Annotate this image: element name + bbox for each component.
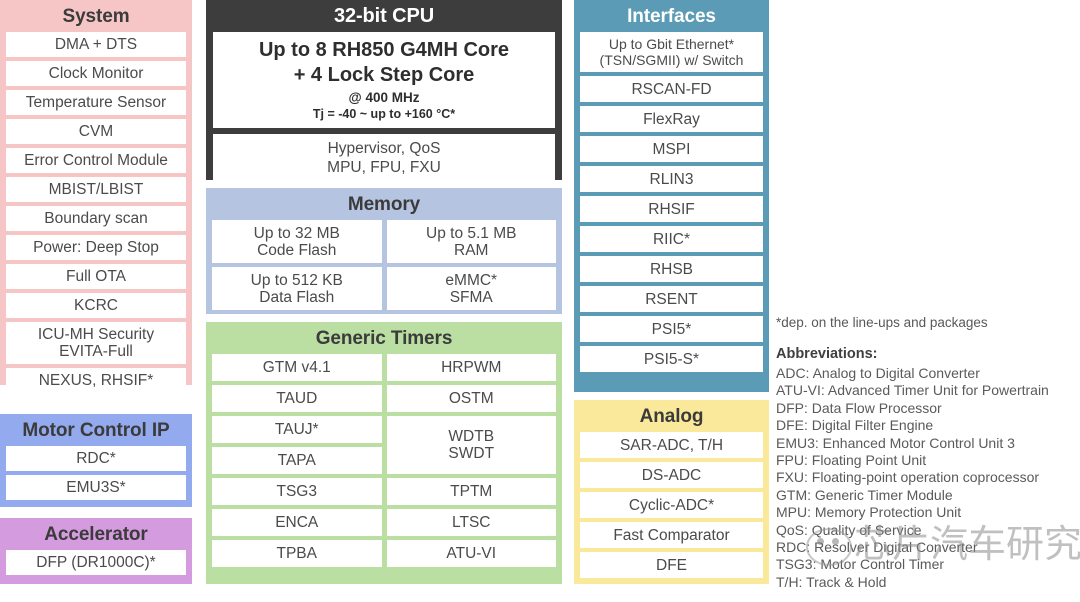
timers-item-gtm: GTM v4.1 — [212, 354, 382, 381]
abbreviation-th: T/H: Track & Hold — [776, 573, 887, 590]
memory-item-code-flash: Up to 32 MB Code Flash — [212, 220, 382, 263]
system-item-dma-dts: DMA + DTS — [6, 32, 186, 57]
cpu-lockstep-count: + 4 Lock Step Core — [293, 64, 475, 86]
analog-panel-title: Analog — [639, 406, 704, 427]
system-item-power-deep-stop: Power: Deep Stop — [6, 235, 186, 260]
analog-item-ds-adc: DS-ADC — [580, 462, 763, 488]
abbreviation-emu3: EMU3: Enhanced Motor Control Unit 3 — [776, 434, 1015, 451]
abbreviation-dfe: DFE: Digital Filter Engine — [776, 417, 934, 434]
system-item-cvm: CVM — [6, 119, 186, 144]
timers-item-ostm: OSTM — [386, 385, 556, 412]
notes-section: *dep. on the line-ups and packages Abbre… — [776, 314, 1076, 591]
memory-grid: Up to 32 MB Code Flash Up to 5.1 MB RAM … — [212, 220, 556, 310]
memory-panel-title: Memory — [347, 194, 421, 215]
system-item-boundary-scan: Boundary scan — [6, 206, 186, 231]
abbreviation-fxu: FXU: Floating-point operation coprocesso… — [776, 469, 1040, 486]
analog-panel: Analog SAR-ADC, T/H DS-ADC Cyclic-ADC* F… — [574, 400, 769, 584]
system-item-kcrc: KCRC — [6, 293, 186, 318]
system-item-nexus-rhsif: NEXUS, RHSIF* — [6, 368, 186, 393]
motor-control-item-rdc: RDC* — [6, 446, 186, 471]
cpu-panel-title: 32-bit CPU — [333, 5, 435, 27]
cpu-junction-temperature: Tj = -40 ~ up to +160 °C* — [312, 107, 456, 121]
interfaces-item-psi5: PSI5* — [580, 316, 763, 342]
generic-timers-right-column: HRPWM OSTM WDTB SWDT TPTM LTSC ATU-VI — [386, 354, 556, 571]
abbreviation-rdc: RDC: Resolver Digital Converter — [776, 539, 978, 556]
system-item-error-control-module: Error Control Module — [6, 148, 186, 173]
generic-timers-panel-title: Generic Timers — [315, 328, 453, 349]
interfaces-item-rsent: RSENT — [580, 286, 763, 312]
abbreviation-qos: QoS: Quality of Service — [776, 521, 922, 538]
system-item-temperature-sensor: Temperature Sensor — [6, 90, 186, 115]
generic-timers-grid: GTM v4.1 TAUD TAUJ* TAPA TSG3 ENCA TPBA … — [212, 354, 556, 571]
cpu-core-box: Up to 8 RH850 G4MH Core + 4 Lock Step Co… — [213, 32, 555, 128]
generic-timers-left-column: GTM v4.1 TAUD TAUJ* TAPA TSG3 ENCA TPBA — [212, 354, 382, 571]
accelerator-panel: Accelerator DFP (DR1000C)* — [0, 518, 192, 584]
interfaces-item-gbit-ethernet: Up to Gbit Ethernet* (TSN/SGMII) w/ Swit… — [580, 32, 763, 72]
interfaces-item-rlin3: RLIN3 — [580, 166, 763, 192]
timers-item-enca: ENCA — [212, 509, 382, 536]
system-item-mbist-lbist: MBIST/LBIST — [6, 177, 186, 202]
system-panel: System DMA + DTS Clock Monitor Temperatu… — [0, 0, 192, 393]
abbreviation-adc: ADC: Analog to Digital Converter — [776, 365, 980, 381]
memory-item-emmc-sfma: eMMC* SFMA — [386, 267, 556, 310]
abbreviation-mpu: MPU: Memory Protection Unit — [776, 504, 962, 521]
timers-item-ltsc: LTSC — [386, 509, 556, 536]
abbreviation-gtm: GTM: Generic Timer Module — [776, 486, 953, 503]
timers-item-tapa: TAPA — [212, 447, 382, 474]
timers-item-tptm: TPTM — [386, 478, 556, 505]
interfaces-item-psi5-s: PSI5-S* — [580, 346, 763, 372]
timers-item-wdtb-swdt: WDTB SWDT — [386, 416, 556, 474]
abbreviation-tsg3: TSG3: Motor Control Timer — [776, 556, 945, 573]
block-diagram: System DMA + DTS Clock Monitor Temperatu… — [0, 0, 1080, 602]
interfaces-item-rscan-fd: RSCAN-FD — [580, 76, 763, 102]
cpu-core-count: Up to 8 RH850 G4MH Core — [258, 39, 510, 61]
interfaces-item-flexray: FlexRay — [580, 106, 763, 132]
abbreviations-title: Abbreviations: — [776, 346, 878, 362]
analog-item-fast-comparator: Fast Comparator — [580, 522, 763, 548]
system-item-clock-monitor: Clock Monitor — [6, 61, 186, 86]
timers-item-hrpwm: HRPWM — [386, 354, 556, 381]
motor-control-ip-panel: Motor Control IP RDC* EMU3S* — [0, 414, 192, 507]
timers-item-tpba: TPBA — [212, 540, 382, 567]
abbreviation-dfp: DFP: Data Flow Processor — [776, 399, 942, 416]
cpu-hypervisor-qos: Hypervisor, QoS — [327, 140, 441, 157]
accelerator-panel-title: Accelerator — [44, 524, 148, 545]
interfaces-panel-title: Interfaces — [627, 6, 716, 27]
abbreviation-fpu: FPU: Floating Point Unit — [776, 452, 927, 469]
timers-item-tsg3: TSG3 — [212, 478, 382, 505]
motor-control-ip-panel-title: Motor Control IP — [22, 420, 170, 441]
motor-control-item-emu3s: EMU3S* — [6, 475, 186, 500]
interfaces-item-riic: RIIC* — [580, 226, 763, 252]
system-item-icu-mh-security: ICU-MH Security EVITA-Full — [6, 322, 186, 364]
memory-panel: Memory Up to 32 MB Code Flash Up to 5.1 … — [206, 188, 562, 314]
analog-item-cyclic-adc: Cyclic-ADC* — [580, 492, 763, 518]
cpu-panel: 32-bit CPU Up to 8 RH850 G4MH Core + 4 L… — [206, 0, 562, 183]
interfaces-item-rhsif: RHSIF — [580, 196, 763, 222]
timers-item-tauj: TAUJ* — [212, 416, 382, 443]
interfaces-item-rhsb: RHSB — [580, 256, 763, 282]
interfaces-item-mspi: MSPI — [580, 136, 763, 162]
generic-timers-panel: Generic Timers GTM v4.1 TAUD TAUJ* TAPA … — [206, 322, 562, 584]
timers-item-taud: TAUD — [212, 385, 382, 412]
system-item-full-ota: Full OTA — [6, 264, 186, 289]
interfaces-panel: Interfaces Up to Gbit Ethernet* (TSN/SGM… — [574, 0, 769, 392]
footnote-text: *dep. on the line-ups and packages — [776, 315, 988, 330]
memory-item-ram: Up to 5.1 MB RAM — [386, 220, 556, 263]
timers-item-atu-vi: ATU-VI — [386, 540, 556, 567]
memory-item-data-flash: Up to 512 KB Data Flash — [212, 267, 382, 310]
analog-item-dfe: DFE — [580, 552, 763, 578]
cpu-mpu-fpu-fxu: MPU, FPU, FXU — [327, 159, 441, 176]
analog-item-sar-adc: SAR-ADC, T/H — [580, 432, 763, 458]
accelerator-item-dfp: DFP (DR1000C)* — [6, 550, 186, 575]
cpu-frequency: @ 400 MHz — [348, 90, 420, 105]
system-panel-title: System — [62, 6, 130, 27]
cpu-hypervisor-box: Hypervisor, QoS MPU, FPU, FXU — [213, 134, 555, 183]
abbreviation-atu-vi: ATU-VI: Advanced Timer Unit for Powertra… — [776, 382, 1049, 399]
